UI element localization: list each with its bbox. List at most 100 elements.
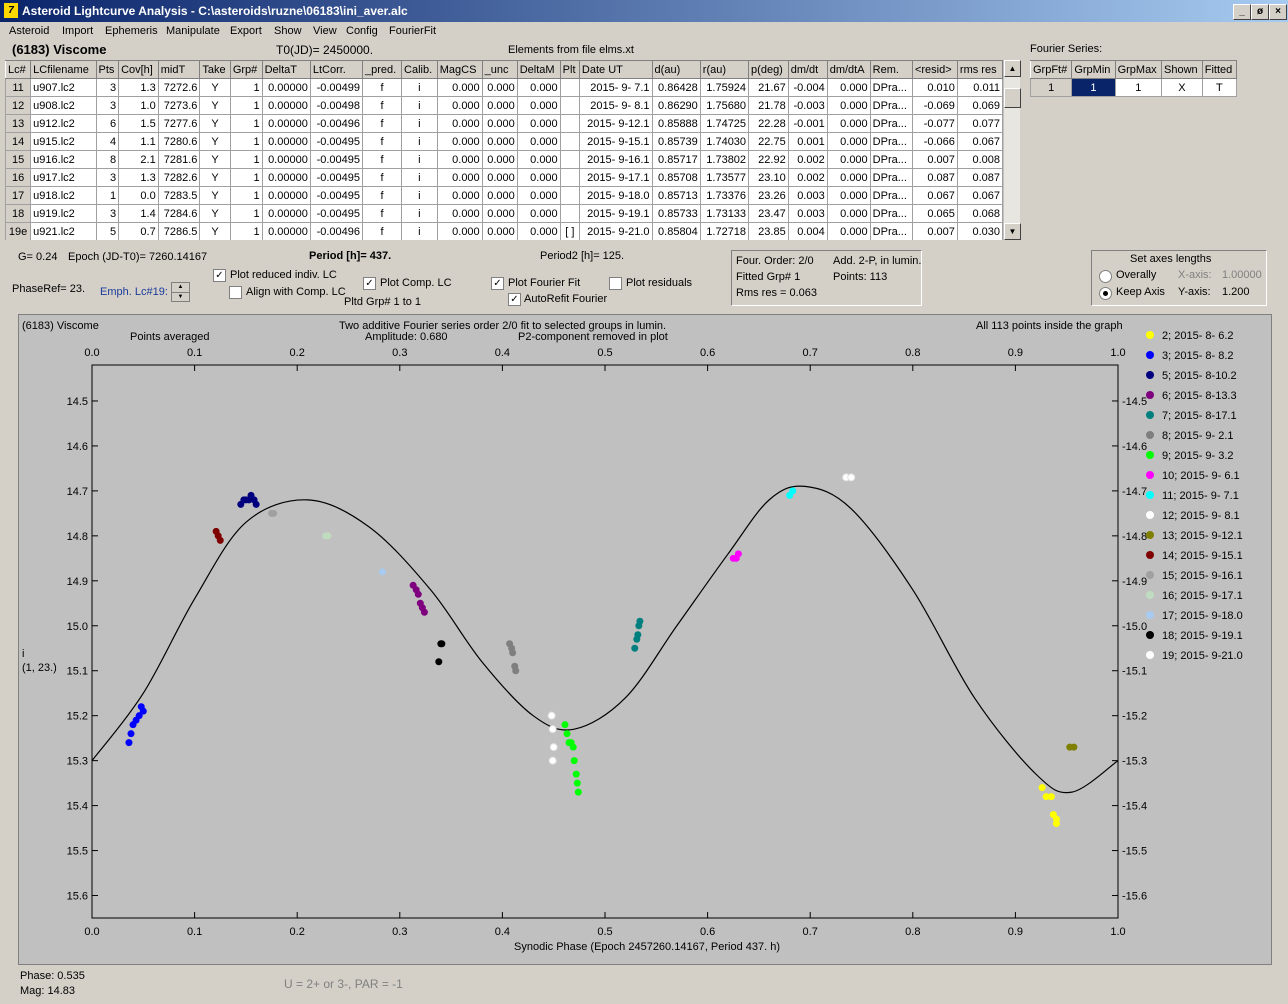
- table-cell[interactable]: -0.069: [911, 96, 958, 115]
- table-cell[interactable]: 0.065: [911, 204, 958, 223]
- table-cell[interactable]: 1.75924: [699, 78, 750, 97]
- table-cell[interactable]: 7277.6: [157, 114, 201, 133]
- table-cell[interactable]: 0.000: [826, 186, 871, 205]
- table-cell[interactable]: DPra...: [869, 78, 913, 97]
- table-cell[interactable]: 0.067: [956, 186, 1003, 205]
- table-row[interactable]: 19e u921.lc2 5 0.7 7286.5 Y 1 0.00000 -0.00496 f i…: [5, 222, 1003, 240]
- table-cell[interactable]: 0.00000: [261, 168, 311, 187]
- table-cell[interactable]: 0.002: [787, 168, 828, 187]
- table-cell[interactable]: 0.7: [118, 222, 159, 240]
- table-cell[interactable]: 0.000: [516, 204, 561, 223]
- table-cell[interactable]: 0.85708: [651, 168, 701, 187]
- table-cell[interactable]: 0.010: [911, 78, 958, 97]
- table-cell[interactable]: DPra...: [869, 114, 913, 133]
- table-cell[interactable]: 0.85713: [651, 186, 701, 205]
- table-cell[interactable]: 0.000: [481, 222, 518, 240]
- table-cell[interactable]: 0.000: [516, 132, 561, 151]
- table-cell[interactable]: 0.087: [911, 168, 958, 187]
- table-cell[interactable]: 2015- 9-19.1: [578, 204, 653, 223]
- table-cell[interactable]: [559, 186, 580, 205]
- table-cell[interactable]: 0.000: [436, 150, 483, 169]
- table-cell[interactable]: [ ]: [559, 222, 580, 240]
- table-cell[interactable]: Y: [199, 96, 231, 115]
- table-cell[interactable]: [559, 114, 580, 133]
- table-cell[interactable]: 0.000: [826, 168, 871, 187]
- lc-col-header[interactable]: Cov[h]: [118, 60, 159, 79]
- lightcurve-plot-panel[interactable]: (6183) Viscome Points averaged Two addit…: [18, 314, 1272, 965]
- align-checkbox[interactable]: [229, 286, 242, 299]
- table-cell[interactable]: 0.000: [481, 186, 518, 205]
- lc-col-header[interactable]: Pts: [95, 60, 120, 79]
- table-cell[interactable]: 3: [95, 168, 120, 187]
- table-cell[interactable]: 0.000: [481, 132, 518, 151]
- table-cell[interactable]: f: [362, 114, 403, 133]
- table-cell[interactable]: 1.3: [118, 78, 159, 97]
- table-cell[interactable]: 0.85739: [651, 132, 701, 151]
- table-cell[interactable]: 0.000: [481, 96, 518, 115]
- table-cell[interactable]: 1.73133: [699, 204, 750, 223]
- table-cell[interactable]: 1: [229, 78, 263, 97]
- table-cell[interactable]: -0.066: [911, 132, 958, 151]
- table-cell[interactable]: DPra...: [869, 204, 913, 223]
- table-cell[interactable]: [559, 168, 580, 187]
- lc-col-header[interactable]: LtCorr.: [309, 60, 364, 79]
- table-cell[interactable]: f: [362, 78, 403, 97]
- table-cell[interactable]: 1.1: [118, 132, 159, 151]
- table-cell[interactable]: f: [362, 150, 403, 169]
- table-cell[interactable]: 1.5: [118, 114, 159, 133]
- table-cell[interactable]: 1: [229, 222, 263, 240]
- table-cell[interactable]: 16: [5, 168, 32, 187]
- table-cell[interactable]: 1.74030: [699, 132, 750, 151]
- table-cell[interactable]: f: [362, 222, 403, 240]
- table-cell[interactable]: 14: [5, 132, 32, 151]
- scroll-down-icon[interactable]: ▼: [1004, 223, 1021, 240]
- table-cell[interactable]: 0.00000: [261, 222, 311, 240]
- menu-ephemeris[interactable]: Ephemeris: [105, 25, 158, 37]
- table-cell[interactable]: 3: [95, 78, 120, 97]
- table-cell[interactable]: 2015- 9- 8.1: [578, 96, 653, 115]
- table-cell[interactable]: 1.72718: [699, 222, 750, 240]
- table-cell[interactable]: 0.000: [481, 204, 518, 223]
- table-cell[interactable]: 0.000: [481, 150, 518, 169]
- scroll-thumb[interactable]: [1004, 88, 1021, 108]
- table-cell[interactable]: 2.1: [118, 150, 159, 169]
- table-cell[interactable]: 1: [229, 96, 263, 115]
- table-cell[interactable]: DPra...: [869, 168, 913, 187]
- x-axis-value[interactable]: 1.00000: [1222, 269, 1262, 281]
- lc-col-header[interactable]: Lc#: [5, 60, 32, 79]
- fourier-cell-shown[interactable]: X: [1161, 78, 1203, 97]
- table-cell[interactable]: -0.001: [787, 114, 828, 133]
- table-cell[interactable]: Y: [199, 186, 231, 205]
- table-cell[interactable]: 7284.6: [157, 204, 201, 223]
- table-cell[interactable]: i: [401, 114, 438, 133]
- minimize-button[interactable]: _: [1233, 4, 1251, 20]
- table-cell[interactable]: 12: [5, 96, 32, 115]
- table-cell[interactable]: 0.002: [787, 150, 828, 169]
- lc-col-header[interactable]: dm/dtA: [826, 60, 871, 79]
- table-cell[interactable]: 0.00000: [261, 132, 311, 151]
- menu-view[interactable]: View: [313, 25, 337, 37]
- table-cell[interactable]: 0.000: [826, 96, 871, 115]
- lc-col-header[interactable]: Calib.: [401, 60, 438, 79]
- table-cell[interactable]: 0.000: [516, 96, 561, 115]
- table-cell[interactable]: 0.000: [516, 78, 561, 97]
- table-cell[interactable]: 21.67: [748, 78, 789, 97]
- table-cell[interactable]: f: [362, 186, 403, 205]
- table-cell[interactable]: 2015- 9-12.1: [578, 114, 653, 133]
- lc-col-header[interactable]: r(au): [699, 60, 750, 79]
- fourier-cell-grpmax[interactable]: 1: [1114, 78, 1163, 97]
- table-cell[interactable]: 0.0: [118, 186, 159, 205]
- table-cell[interactable]: 0.000: [826, 150, 871, 169]
- table-cell[interactable]: 8: [95, 150, 120, 169]
- table-cell[interactable]: DPra...: [869, 150, 913, 169]
- table-cell[interactable]: 0.000: [436, 186, 483, 205]
- table-cell[interactable]: 0.000: [826, 204, 871, 223]
- table-cell[interactable]: -0.00499: [309, 78, 364, 97]
- fourier-cell-grpmin[interactable]: 1: [1071, 78, 1116, 97]
- table-cell[interactable]: 2015- 9-18.0: [578, 186, 653, 205]
- lc-col-header[interactable]: d(au): [651, 60, 701, 79]
- table-cell[interactable]: 23.10: [748, 168, 789, 187]
- table-cell[interactable]: i: [401, 150, 438, 169]
- table-cell[interactable]: 7282.6: [157, 168, 201, 187]
- table-cell[interactable]: 17: [5, 186, 32, 205]
